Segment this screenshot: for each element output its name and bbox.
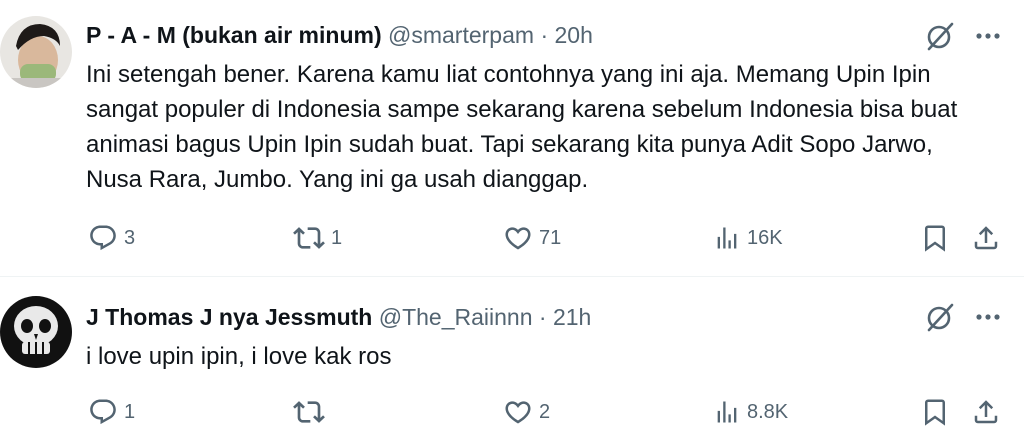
timestamp[interactable]: 20h — [555, 22, 593, 48]
avatar[interactable] — [0, 16, 72, 88]
reply-icon — [90, 399, 116, 425]
grok-icon — [927, 303, 954, 332]
reply-icon — [90, 225, 116, 251]
reply-count: 1 — [124, 400, 136, 423]
views-count: 16K — [747, 226, 783, 249]
display-name[interactable]: P - A - M (bukan air minum) — [86, 22, 382, 48]
heart-icon — [505, 401, 531, 424]
tweet-text: i love upin ipin, i love kak ros — [86, 343, 392, 370]
retweet-button[interactable] — [293, 392, 331, 432]
retweet-button[interactable]: 1 — [293, 218, 342, 258]
grok-icon — [927, 22, 954, 51]
like-button[interactable]: 2 — [503, 392, 550, 432]
reply-button[interactable]: 3 — [88, 218, 135, 258]
heart-icon — [505, 227, 531, 250]
separator: · — [538, 304, 547, 330]
timestamp[interactable]: 21h — [553, 304, 591, 330]
share-icon — [974, 400, 998, 424]
tweet-header: P - A - M (bukan air minum) @smarterpam … — [86, 22, 593, 49]
handle[interactable]: @The_Raiinnn — [379, 304, 533, 330]
like-count: 2 — [539, 400, 551, 423]
bookmark-button[interactable] — [920, 218, 950, 258]
tweet[interactable]: P - A - M (bukan air minum) @smarterpam … — [0, 0, 1024, 276]
retweet-count: 1 — [331, 226, 343, 249]
display-name[interactable]: J Thomas J nya Jessmuth — [86, 304, 372, 330]
more-dots-icon — [976, 314, 1000, 320]
bookmark-icon — [925, 399, 945, 426]
retweet-icon — [293, 227, 325, 249]
share-icon — [974, 226, 998, 250]
share-button[interactable] — [971, 392, 1001, 432]
views-button[interactable]: 16K — [713, 218, 783, 258]
bookmark-icon — [925, 225, 945, 252]
views-chart-icon — [717, 227, 737, 249]
action-bar: 1 2 8.8K — [0, 392, 1024, 432]
grok-button[interactable] — [923, 19, 957, 53]
tweet-text: Ini setengah bener. Karena kamu liat con… — [86, 61, 958, 193]
like-button[interactable]: 71 — [503, 218, 561, 258]
more-button[interactable] — [971, 300, 1005, 334]
reply-button[interactable]: 1 — [88, 392, 135, 432]
views-chart-icon — [717, 401, 737, 423]
more-dots-icon — [976, 33, 1000, 39]
views-button[interactable]: 8.8K — [713, 392, 788, 432]
avatar[interactable] — [0, 296, 72, 368]
tweet[interactable]: J Thomas J nya Jessmuth @The_Raiinnn · 2… — [0, 277, 1024, 445]
more-button[interactable] — [971, 19, 1005, 53]
share-button[interactable] — [971, 218, 1001, 258]
skull-avatar-icon — [0, 296, 72, 368]
action-bar: 3 1 71 16K — [0, 218, 1024, 258]
user-avatar-icon — [0, 16, 72, 88]
tweet-header: J Thomas J nya Jessmuth @The_Raiinnn · 2… — [86, 304, 591, 331]
handle[interactable]: @smarterpam — [388, 22, 534, 48]
grok-button[interactable] — [923, 300, 957, 334]
like-count: 71 — [539, 226, 562, 249]
views-count: 8.8K — [747, 400, 789, 423]
bookmark-button[interactable] — [920, 392, 950, 432]
separator: · — [540, 22, 549, 48]
retweet-icon — [293, 401, 325, 423]
reply-count: 3 — [124, 226, 136, 249]
